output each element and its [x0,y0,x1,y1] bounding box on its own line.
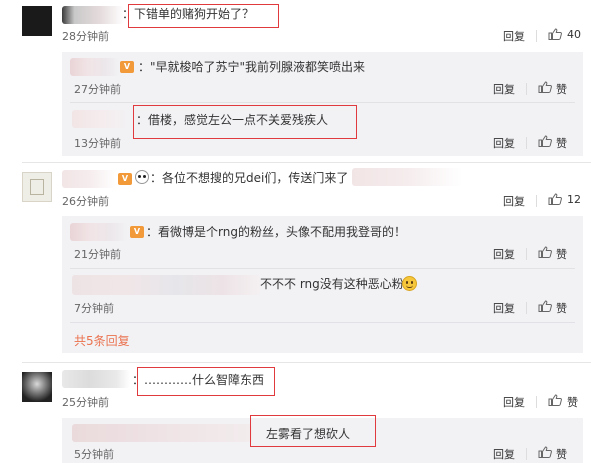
highlight-box [128,4,279,28]
action-separator [526,248,527,260]
reply-text: 不不不 rng没有这种恶心粉 [260,277,404,291]
like-label[interactable]: 赞 [567,394,578,410]
action-separator [526,448,527,460]
comment-text: ：各位不想搜的兄dei们，传送门来了 [150,171,349,185]
reply-button[interactable]: 回复 [493,81,515,97]
reply-button[interactable]: 回复 [493,246,515,262]
comment-divider [22,162,591,163]
thumbs-up-icon[interactable] [538,246,552,258]
reply-time: 5分钟前 [74,448,114,461]
username-blurred[interactable] [72,110,132,128]
thumbs-up-icon[interactable] [548,28,562,40]
like-label[interactable]: 赞 [556,81,567,97]
highlight-box [133,105,357,139]
highlight-box [250,415,376,447]
avatar[interactable] [22,172,52,202]
username-blurred[interactable] [72,275,260,295]
reply-time: 21分钟前 [74,248,121,261]
like-label[interactable]: 赞 [556,300,567,316]
reply-time: 13分钟前 [74,137,121,150]
like-label[interactable]: 赞 [556,135,567,151]
thumbs-up-icon[interactable] [538,135,552,147]
thumbs-up-icon[interactable] [548,394,562,406]
reply-button[interactable]: 回复 [493,135,515,151]
action-separator [536,396,537,408]
reply-button[interactable]: 回复 [503,193,525,209]
username-blurred[interactable] [72,424,252,442]
comment-time: 28分钟前 [62,30,109,43]
reply-button[interactable]: 回复 [493,300,515,316]
reply-time: 7分钟前 [74,302,114,315]
like-count: 12 [567,193,581,206]
reply-button[interactable]: 回复 [503,394,525,410]
comment-time: 26分钟前 [62,195,109,208]
thumbs-up-icon[interactable] [548,193,562,205]
action-separator [526,137,527,149]
reply-button[interactable]: 回复 [503,28,525,44]
username-blurred[interactable] [62,170,116,188]
reply-text: ：看微博是个rng的粉丝，头像不配用我登哥的！ [146,225,406,239]
username-blurred[interactable] [62,6,124,24]
reply-text: ："早就梭哈了苏宁"我前列腺液都笑喷出来 [138,60,366,74]
username-blurred[interactable] [70,223,128,241]
comment-divider [22,362,591,363]
action-separator [536,195,537,207]
action-separator [526,302,527,314]
username-blurred[interactable] [70,58,120,76]
highlight-box [137,367,275,396]
comment-time: 25分钟前 [62,396,109,409]
reply-divider [70,268,575,269]
like-count: 40 [567,28,581,41]
thumbs-up-icon[interactable] [538,81,552,93]
vip-badge-icon: V [118,173,132,185]
username-blurred[interactable] [62,370,130,388]
avatar[interactable] [22,6,52,36]
more-replies-link[interactable]: 共5条回复 [74,332,130,349]
blurred-link[interactable] [352,168,462,186]
action-separator [526,83,527,95]
reply-divider [70,102,575,103]
like-label[interactable]: 赞 [556,446,567,462]
reply-time: 27分钟前 [74,83,121,96]
reply-divider [70,322,575,323]
vip-badge-icon: V [130,226,144,238]
like-label[interactable]: 赞 [556,246,567,262]
smiley-emoji-icon [402,276,417,291]
thumbs-up-icon[interactable] [538,300,552,312]
avatar[interactable] [22,372,52,402]
panda-emoji-icon [135,170,149,184]
reply-button[interactable]: 回复 [493,446,515,462]
vip-badge-icon: V [120,61,134,73]
thumbs-up-icon[interactable] [538,446,552,458]
action-separator [536,30,537,42]
